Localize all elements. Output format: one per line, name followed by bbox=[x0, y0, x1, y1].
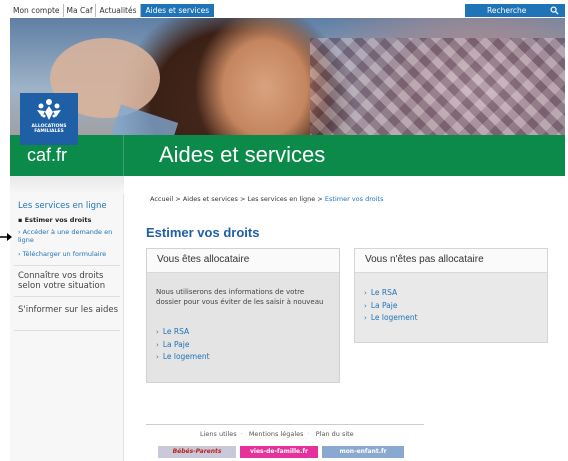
sidebar-divider bbox=[14, 265, 120, 266]
search-icon bbox=[550, 6, 559, 15]
partner-vies-de-famille[interactable]: vies-de-famille.fr bbox=[240, 446, 318, 458]
link-rsa[interactable]: Le RSA bbox=[364, 287, 418, 300]
footer-links: Liens utiles · Mentions légales · Plan du … bbox=[200, 430, 354, 438]
box-allocataire-links: Le RSA La Paje Le logement bbox=[156, 326, 210, 364]
footer-plan-du-site[interactable]: Plan du site bbox=[316, 430, 354, 438]
search-label: Recherche bbox=[487, 6, 527, 15]
box-non-allocataire: Vous n'êtes pas allocataire Le RSA La Pa… bbox=[354, 248, 548, 343]
partner-mon-enfant[interactable]: mon-enfant.fr bbox=[322, 446, 404, 458]
nav-mon-compte[interactable]: Mon compte bbox=[10, 4, 64, 17]
section-title: Aides et services bbox=[159, 142, 326, 167]
page-title: Estimer vos droits bbox=[146, 225, 260, 240]
sidebar-item-estimer[interactable]: ▪ Estimer vos droits bbox=[18, 216, 91, 225]
box-allocataire-heading: Vous êtes allocataire bbox=[157, 254, 250, 265]
link-logement[interactable]: Le logement bbox=[156, 351, 210, 364]
footer-liens-utiles[interactable]: Liens utiles bbox=[200, 430, 237, 438]
sidebar: Les services en ligne ▪ Estimer vos droi… bbox=[10, 176, 124, 461]
header-divider bbox=[123, 135, 124, 176]
link-paje[interactable]: La Paje bbox=[156, 339, 210, 352]
box-non-allocataire-heading: Vous n'êtes pas allocataire bbox=[365, 254, 484, 265]
partner-bebes-parents[interactable]: Bébés-Parents bbox=[158, 446, 236, 458]
link-paje[interactable]: La Paje bbox=[364, 300, 418, 313]
sidebar-item-telecharger[interactable]: › Télécharger un formulaire bbox=[18, 250, 106, 259]
top-navigation: Mon compte Ma Caf Actualités Aides et se… bbox=[10, 4, 565, 17]
link-rsa[interactable]: Le RSA bbox=[156, 326, 210, 339]
breadcrumb: Accueil > Aides et services > Les servic… bbox=[150, 195, 384, 203]
family-logo-icon bbox=[37, 99, 61, 120]
site-name[interactable]: caf.fr bbox=[27, 145, 67, 166]
logo-text: ALLOCATIONS FAMILIALES bbox=[31, 124, 67, 134]
link-logement[interactable]: Le logement bbox=[364, 312, 418, 325]
sidebar-section-title[interactable]: Les services en ligne bbox=[18, 201, 107, 211]
nav-actualites[interactable]: Actualités bbox=[96, 4, 141, 17]
footer-divider bbox=[146, 424, 424, 425]
search-button[interactable]: Recherche bbox=[465, 4, 565, 17]
breadcrumb-services[interactable]: Les services en ligne bbox=[248, 195, 316, 203]
caf-logo[interactable]: ALLOCATIONS FAMILIALES bbox=[20, 93, 78, 145]
pointer-arrow-icon bbox=[0, 233, 12, 241]
sidebar-divider bbox=[14, 296, 120, 297]
nav-ma-caf[interactable]: Ma Caf bbox=[64, 4, 97, 17]
sidebar-item-demande[interactable]: › Accéder à une demande en ligne bbox=[18, 228, 118, 244]
box-allocataire-text: Nous utiliserons des informations de vot… bbox=[156, 288, 324, 306]
box-non-allocataire-links: Le RSA La Paje Le logement bbox=[364, 287, 418, 325]
partner-badges: Bébés-Parents vies-de-famille.fr mon-enf… bbox=[158, 446, 404, 458]
footer-mentions-legales[interactable]: Mentions légales bbox=[249, 430, 304, 438]
nav-aides-et-services[interactable]: Aides et services bbox=[140, 4, 215, 17]
header-bar: caf.fr Aides et services bbox=[10, 135, 565, 176]
breadcrumb-aides[interactable]: Aides et services bbox=[183, 195, 238, 203]
sidebar-item-informer[interactable]: S'informer sur les aides bbox=[18, 305, 122, 315]
box-allocataire: Vous êtes allocataire Nous utiliserons d… bbox=[146, 248, 340, 383]
sidebar-divider bbox=[14, 330, 120, 331]
breadcrumb-accueil[interactable]: Accueil bbox=[150, 195, 173, 203]
sidebar-item-connaitre[interactable]: Connaître vos droits selon votre situati… bbox=[18, 271, 122, 291]
breadcrumb-current: Estimer vos droits bbox=[324, 195, 384, 203]
